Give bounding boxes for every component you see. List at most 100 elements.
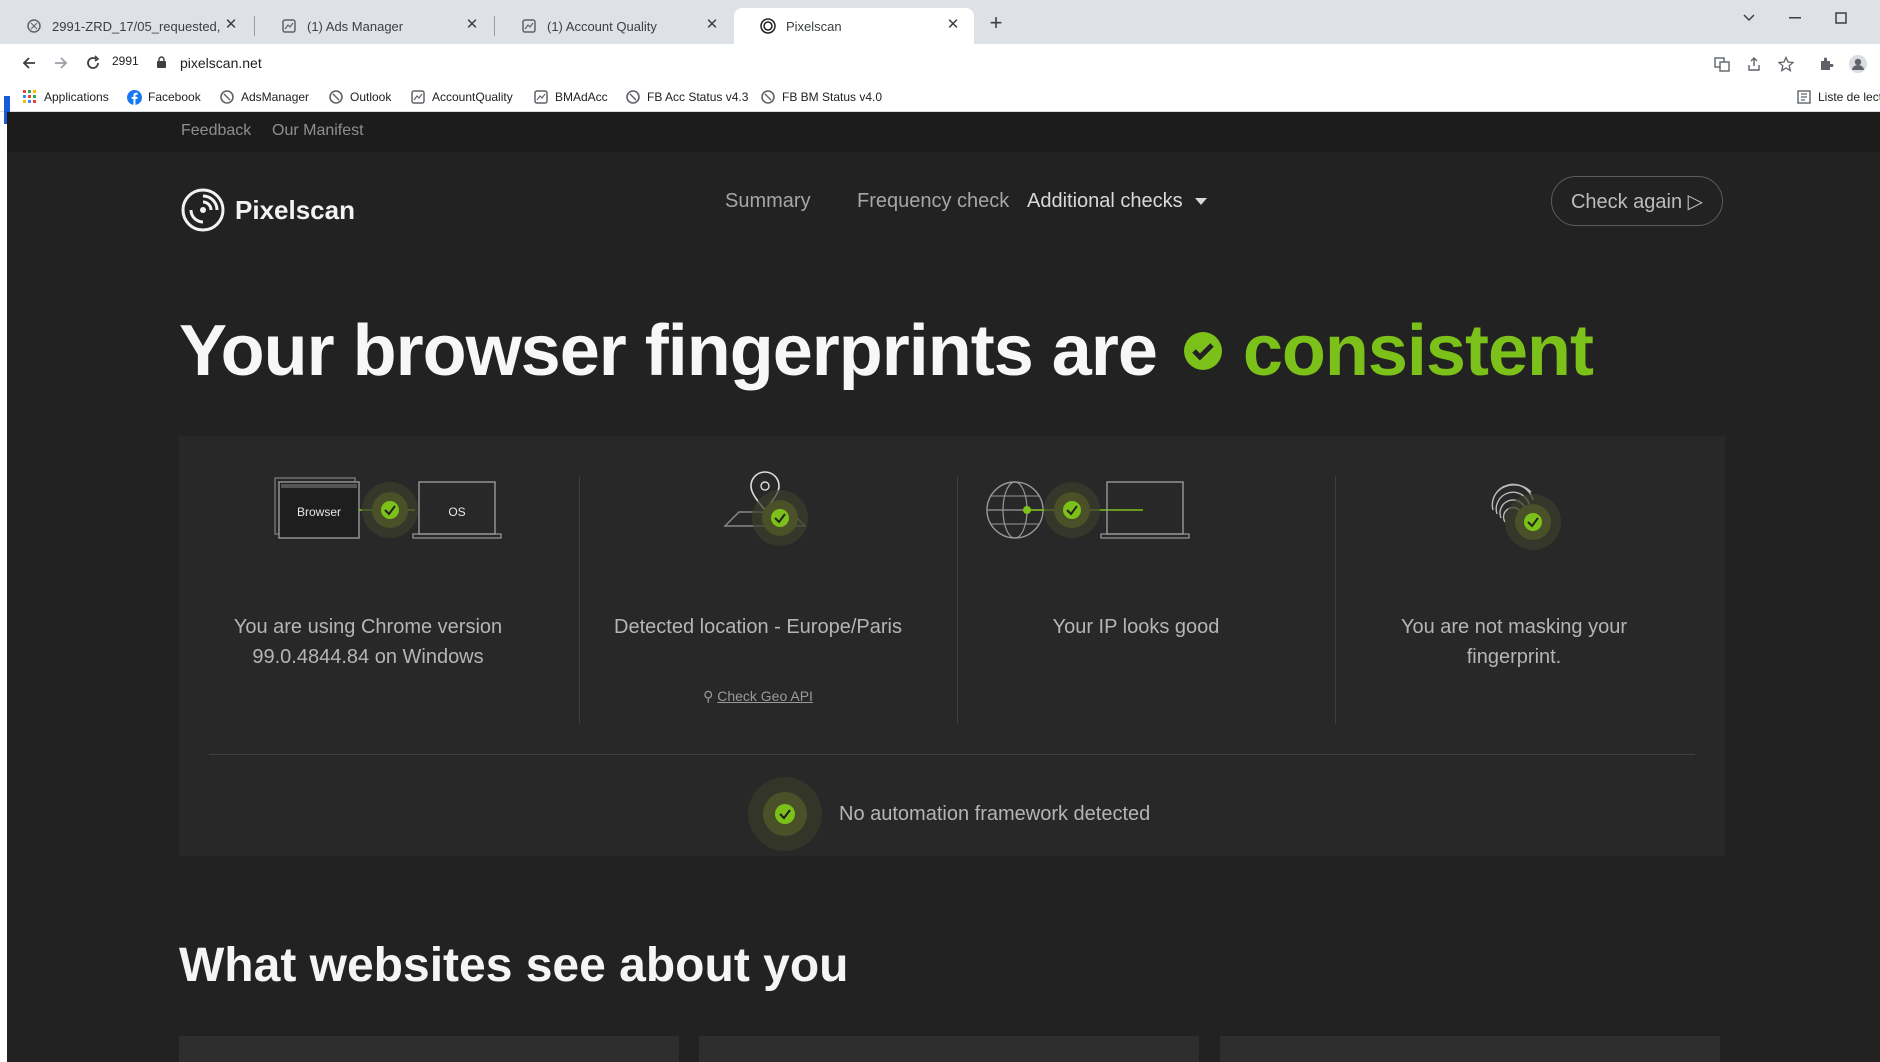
- geo-link-label: Check Geo API: [717, 688, 813, 704]
- bookmark-label: FB Acc Status v4.3: [647, 90, 749, 104]
- card-divider: [209, 754, 1695, 755]
- close-icon[interactable]: ✕: [944, 16, 962, 34]
- bookmark-label: BMAdAcc: [555, 90, 608, 104]
- nav-additional-label: Additional checks: [1027, 190, 1183, 212]
- manifest-link[interactable]: Our Manifest: [272, 122, 364, 140]
- tab-title: Pixelscan: [786, 18, 842, 34]
- forward-icon[interactable]: [48, 50, 74, 76]
- close-icon[interactable]: ✕: [703, 16, 721, 34]
- bookmark-outlook[interactable]: Outlook: [328, 88, 391, 106]
- check-ip: Your IP looks good: [947, 436, 1325, 736]
- nav-frequency-check[interactable]: Frequency check: [857, 190, 1009, 213]
- bookmark-accountquality[interactable]: AccountQuality: [410, 88, 513, 106]
- tab-search-icon[interactable]: [1726, 4, 1772, 32]
- tab-2[interactable]: (1) Ads Manager ✕: [255, 8, 493, 44]
- automation-text: No automation framework detected: [839, 802, 1151, 825]
- profile-avatar-icon[interactable]: [1848, 54, 1868, 74]
- chart-icon: [281, 18, 297, 34]
- info-tile: [179, 1036, 679, 1062]
- bookmark-facebook[interactable]: Facebook: [126, 88, 201, 106]
- share-icon[interactable]: [1744, 54, 1764, 74]
- hero-prefix: Your browser fingerprints are: [179, 311, 1158, 391]
- check-fingerprint: You are not masking your fingerprint.: [1325, 436, 1703, 736]
- ip-illustration: [986, 481, 1190, 539]
- tab-3[interactable]: (1) Account Quality ✕: [495, 8, 733, 44]
- check-text: Detected location - Europe/Paris: [614, 616, 902, 638]
- feedback-link[interactable]: Feedback: [181, 122, 251, 140]
- close-icon[interactable]: ✕: [222, 16, 240, 34]
- tab-1[interactable]: 2991-ZRD_17/05_requested, PZR ✕: [0, 8, 252, 44]
- bookmark-bmadacc[interactable]: BMAdAcc: [533, 88, 608, 106]
- bookmark-fb-acc-status[interactable]: FB Acc Status v4.3: [625, 88, 748, 106]
- reading-list-label: Liste de lect: [1818, 90, 1880, 104]
- extensions-icon[interactable]: [1816, 54, 1836, 74]
- svg-text:OS: OS: [448, 505, 465, 519]
- profile-prefix: 2991: [112, 54, 139, 68]
- tab-title: (1) Ads Manager: [307, 18, 404, 34]
- chart-icon: [521, 18, 537, 34]
- section-title: What websites see about you: [179, 939, 849, 992]
- bookmark-label: Outlook: [350, 90, 392, 104]
- minimize-icon[interactable]: [1772, 4, 1818, 32]
- translate-icon[interactable]: [1712, 54, 1732, 74]
- new-tab-button[interactable]: +: [984, 12, 1008, 36]
- bookmark-label: AccountQuality: [432, 90, 513, 104]
- address-bar[interactable]: pixelscan.net: [148, 48, 1708, 78]
- automation-check: No automation framework detected: [747, 776, 1150, 852]
- svg-text:Browser: Browser: [297, 505, 341, 519]
- globe-icon: [26, 18, 42, 34]
- tab-title: 2991-ZRD_17/05_requested, PZR: [52, 18, 222, 34]
- bookmark-applications[interactable]: Applications: [22, 88, 109, 106]
- fingerprint-illustration: [1491, 483, 1561, 550]
- bookmark-label: AdsManager: [241, 90, 310, 104]
- top-links-bar: Feedback Our Manifest: [7, 112, 1880, 152]
- check-circle-icon: [1183, 332, 1222, 370]
- globe-icon: [760, 89, 776, 105]
- globe-icon: [625, 89, 641, 105]
- check-location: Detected location - Europe/Paris ⚲ Check…: [569, 436, 947, 736]
- globe-icon: [219, 89, 235, 105]
- logo-text: Pixelscan: [235, 194, 355, 225]
- reload-icon[interactable]: [80, 50, 106, 76]
- check-circle-icon: [748, 777, 822, 851]
- star-icon[interactable]: [1776, 54, 1796, 74]
- back-icon[interactable]: [16, 50, 42, 76]
- browser-toolbar: 2991 pixelscan.net: [0, 44, 1880, 82]
- check-browser-os: Browser OS You are using Chrome version …: [179, 436, 557, 736]
- consistency-card: Browser OS You are using Chrome version …: [179, 436, 1725, 856]
- window-left-edge: [0, 112, 7, 1062]
- info-tile: [1220, 1036, 1720, 1062]
- facebook-icon: [126, 89, 142, 105]
- pixelscan-logo[interactable]: Pixelscan: [181, 188, 355, 232]
- tab-pixelscan[interactable]: Pixelscan ✕: [734, 8, 974, 44]
- globe-icon: [328, 89, 344, 105]
- apps-grid-icon: [22, 89, 38, 105]
- check-text: You are using Chrome version 99.0.4844.8…: [233, 616, 503, 668]
- nav-summary[interactable]: Summary: [725, 190, 811, 213]
- reading-list-icon: [1796, 89, 1812, 105]
- reading-list[interactable]: Liste de lect: [1796, 88, 1880, 106]
- url-text: pixelscan.net: [180, 55, 262, 71]
- check-text: Your IP looks good: [1052, 616, 1220, 638]
- bookmark-label: FB BM Status v4.0: [782, 90, 883, 104]
- pixelscan-page: Feedback Our Manifest Pixelscan Summary …: [7, 112, 1880, 1062]
- maximize-icon[interactable]: [1818, 4, 1864, 32]
- pixelscan-logo-icon: [181, 188, 225, 232]
- bookmark-fb-bm-status[interactable]: FB BM Status v4.0: [760, 88, 882, 106]
- pixelscan-favicon-icon: [760, 18, 776, 34]
- lock-icon: [156, 56, 167, 74]
- hero-status: consistent: [1242, 311, 1594, 391]
- check-geo-api-link[interactable]: ⚲ Check Geo API: [569, 688, 947, 705]
- bookmark-adsmanager[interactable]: AdsManager: [219, 88, 309, 106]
- nav-additional-checks[interactable]: Additional checks: [1027, 190, 1207, 213]
- chart-icon: [533, 89, 549, 105]
- bookmarks-bar: Applications Facebook AdsManager Outlook…: [0, 82, 1880, 112]
- tab-title: (1) Account Quality: [547, 18, 657, 34]
- check-text: You are not masking your fingerprint.: [1400, 616, 1628, 668]
- check-again-button[interactable]: Check again ▷: [1551, 176, 1723, 226]
- bookmark-label: Facebook: [148, 90, 201, 104]
- hero-heading: Your browser fingerprints are consistent: [179, 310, 1594, 392]
- pin-icon: ⚲: [703, 688, 714, 704]
- chart-icon: [410, 89, 426, 105]
- close-icon[interactable]: ✕: [463, 16, 481, 34]
